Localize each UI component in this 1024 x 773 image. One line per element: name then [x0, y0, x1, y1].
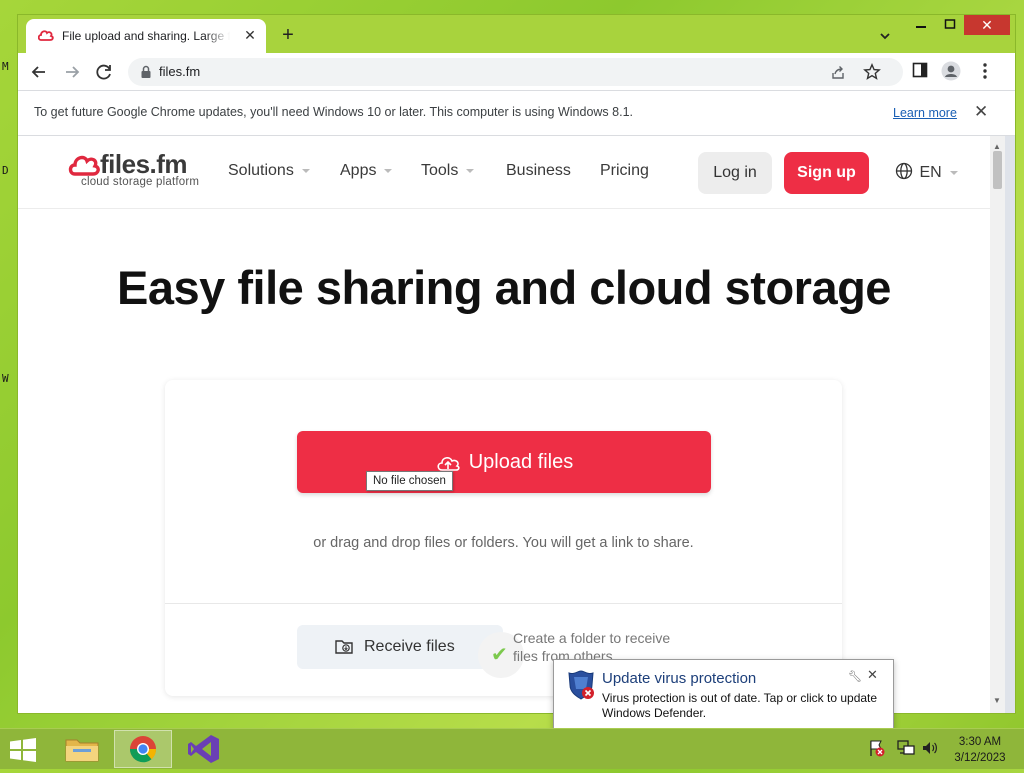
visual-studio-icon	[188, 735, 219, 763]
file-input-tooltip: No file chosen	[366, 471, 453, 491]
action-center-flag-icon[interactable]	[867, 738, 887, 758]
nav-apps[interactable]: Apps	[340, 162, 393, 180]
scroll-up-arrow-icon[interactable]: ▲	[993, 142, 1001, 151]
login-button[interactable]: Log in	[698, 152, 772, 194]
desktop-glyph: M	[2, 60, 9, 73]
desktop-glyph: W	[2, 372, 9, 385]
drag-drop-hint: or drag and drop files or folders. You w…	[313, 535, 694, 551]
infobar-close-icon[interactable]: ✕	[974, 102, 988, 122]
profile-avatar-icon[interactable]	[941, 61, 961, 81]
nav-pricing[interactable]: Pricing	[600, 162, 649, 180]
folder-download-icon	[335, 640, 353, 654]
wrench-icon[interactable]: 🔧︎	[848, 670, 862, 683]
folder-icon	[65, 739, 99, 762]
window-close-button[interactable]: ✕	[964, 15, 1010, 35]
receive-files-button[interactable]: Receive files	[297, 625, 503, 669]
system-clock[interactable]: 3:30 AM 3/12/2023	[948, 734, 1012, 766]
receive-files-label: Receive files	[364, 638, 455, 655]
forward-arrow-icon[interactable]	[61, 61, 83, 83]
kebab-menu-icon[interactable]	[978, 62, 992, 80]
nav-solutions[interactable]: Solutions	[228, 162, 310, 180]
nav-label: Pricing	[600, 162, 649, 179]
lock-icon[interactable]	[140, 65, 152, 79]
chevron-down-icon	[301, 168, 310, 173]
notification-close-icon[interactable]: ✕	[867, 667, 878, 683]
upload-card: Upload files No file chosen or drag and …	[165, 380, 842, 696]
hero-heading: Easy file sharing and cloud storage	[117, 261, 891, 314]
tab-strip: File upload and sharing. Large files ✕ +…	[18, 15, 1015, 53]
checkmark-icon: ✔	[491, 644, 508, 666]
chevron-down-icon	[466, 168, 475, 173]
nav-tools[interactable]: Tools	[421, 162, 475, 180]
browser-toolbar: files.fm	[18, 53, 1015, 90]
network-icon[interactable]	[897, 740, 915, 756]
chevron-down-icon	[384, 168, 393, 173]
learn-more-link[interactable]: Learn more	[893, 106, 957, 120]
infobar-message: To get future Google Chrome updates, you…	[34, 105, 633, 119]
tab-search-chevron-icon[interactable]	[876, 27, 894, 45]
clock-date: 3/12/2023	[954, 752, 1006, 764]
globe-icon	[895, 162, 913, 180]
nav-business[interactable]: Business	[506, 162, 571, 180]
chrome-icon	[129, 736, 157, 763]
chrome-window: File upload and sharing. Large files ✕ +…	[18, 15, 1015, 713]
scroll-down-arrow-icon[interactable]: ▼	[993, 696, 1001, 705]
cloud-upload-icon	[437, 456, 460, 471]
nav-label: Apps	[340, 162, 377, 179]
reload-icon[interactable]	[93, 61, 115, 83]
web-page: files.fm cloud storage platform Solution…	[18, 136, 990, 713]
side-panel-icon[interactable]	[912, 62, 928, 78]
nav-label: Business	[506, 162, 571, 179]
minimize-icon[interactable]	[911, 15, 931, 37]
chrome-taskbar-button[interactable]	[114, 730, 172, 768]
filesfm-logo[interactable]: files.fm cloud storage platform	[68, 149, 208, 191]
file-explorer-button[interactable]	[53, 730, 111, 768]
chevron-down-icon	[949, 170, 958, 175]
tab-title: File upload and sharing. Large files	[62, 29, 230, 43]
filesfm-favicon-icon	[38, 30, 54, 41]
address-bar[interactable]: files.fm	[128, 58, 903, 86]
share-icon[interactable]	[830, 64, 846, 80]
notification-body: Virus protection is out of date. Tap or …	[602, 691, 878, 720]
nav-label: Solutions	[228, 162, 294, 179]
notification-title: Update virus protection	[602, 670, 757, 687]
new-tab-button[interactable]: +	[276, 24, 300, 48]
upload-files-label: Upload files	[468, 451, 574, 473]
nav-label: Tools	[421, 162, 459, 179]
signup-button[interactable]: Sign up	[784, 152, 869, 194]
clock-time: 3:30 AM	[958, 736, 1002, 748]
scrollbar-thumb[interactable]	[993, 151, 1002, 189]
tab-close-icon[interactable]: ✕	[242, 27, 258, 43]
defender-warning-icon	[568, 670, 594, 700]
back-arrow-icon[interactable]	[28, 61, 50, 83]
logo-tagline: cloud storage platform	[81, 176, 200, 188]
desktop-glyph: D	[2, 164, 9, 177]
url-text[interactable]: files.fm	[159, 64, 200, 79]
page-scrollbar[interactable]: ▲ ▼	[990, 136, 1005, 713]
language-label: EN	[919, 164, 942, 181]
card-divider	[165, 603, 842, 604]
update-infobar: To get future Google Chrome updates, you…	[18, 90, 1015, 136]
visual-studio-button[interactable]	[176, 730, 234, 768]
maximize-icon[interactable]	[939, 15, 961, 37]
browser-tab[interactable]: File upload and sharing. Large files ✕	[26, 19, 266, 53]
defender-notification[interactable]: Update virus protection Virus protection…	[553, 659, 894, 738]
upload-files-button[interactable]: Upload files	[297, 431, 711, 493]
language-selector[interactable]: EN	[895, 162, 958, 182]
site-header: files.fm cloud storage platform Solution…	[18, 136, 990, 209]
bookmark-star-icon[interactable]	[863, 63, 881, 81]
taskbar: 3:30 AM 3/12/2023	[0, 728, 1024, 769]
windows-start-icon[interactable]	[8, 738, 38, 762]
volume-icon[interactable]	[921, 740, 939, 756]
